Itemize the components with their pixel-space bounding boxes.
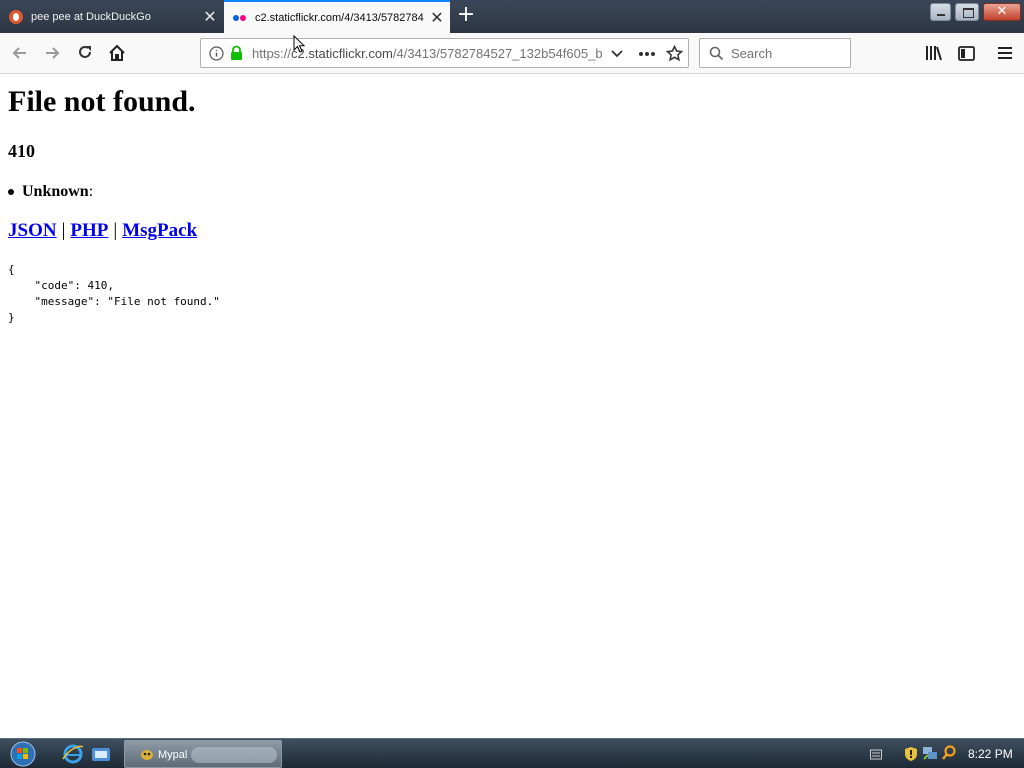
new-tab-button[interactable]: + [454,3,478,29]
json-link[interactable]: JSON [8,220,57,241]
error-detail-list: Unknown: [8,183,93,201]
msgpack-link[interactable]: MsgPack [122,220,197,241]
page-actions-icon[interactable] [638,51,656,57]
minimize-button[interactable] [930,3,951,21]
taskbar-task-label: Mypal [158,749,188,761]
search-bar[interactable]: Search [699,38,851,68]
page-title: File not found. [8,85,196,118]
format-links: JSON | PHP | MsgPack [8,220,197,242]
close-window-button[interactable]: ✕ [983,3,1021,21]
reload-icon [79,46,91,58]
tab-title: c2.staticflickr.com/4/3413/5782784527 [255,11,424,24]
error-detail-label: Unknown [22,183,89,200]
close-tab-icon[interactable]: ✕ [197,7,223,27]
search-icon [709,46,724,61]
php-link[interactable]: PHP [70,220,108,241]
hamburger-menu-icon [998,47,1012,59]
taskbar-clock[interactable]: 8:22 PM [968,747,1013,761]
json-response-body: { "code": 410, "message": "File not foun… [8,263,220,324]
back-button[interactable] [6,39,34,67]
url-scheme: https:// [252,46,292,61]
tab-strip: pee pee at DuckDuckGo ✕ c2.staticflickr.… [0,0,1024,33]
url-host: c2.staticflickr.com [291,46,393,61]
taskbar-button-mypal[interactable]: Mypal [124,740,282,768]
sidebar-toggle-button[interactable] [952,39,980,67]
back-arrow-icon [12,47,26,59]
security-shield-icon[interactable] [904,746,918,762]
link-separator: | [61,220,66,241]
sidebar-icon [957,45,975,61]
forward-button[interactable] [38,39,66,67]
chevron-down-icon[interactable] [610,48,624,60]
search-placeholder: Search [731,46,773,61]
network-icon[interactable] [922,745,938,761]
windows-taskbar: Mypal 8:22 PM [0,738,1024,768]
file-explorer-icon[interactable] [90,743,112,765]
mouse-cursor-icon [293,35,305,53]
duckduckgo-icon [9,9,23,24]
blurred-region [191,747,277,763]
link-separator: | [113,220,118,241]
start-button[interactable] [4,740,42,768]
library-button[interactable] [920,39,948,67]
error-code: 410 [8,141,35,161]
home-button[interactable] [103,39,131,67]
tab-staticflickr[interactable]: c2.staticflickr.com/4/3413/5782784527 ✕ [224,0,450,33]
url-path: /4/3413/5782784527_132b54f605_b [392,46,602,61]
flickr-icon [233,11,247,25]
search-tray-icon[interactable] [941,745,957,761]
lock-icon[interactable] [230,45,243,61]
info-icon[interactable] [209,46,224,61]
maximize-button[interactable] [955,3,979,21]
url-bar[interactable]: https://c2.staticflickr.com/4/3413/57827… [200,38,689,68]
library-icon [926,46,942,61]
close-tab-icon[interactable]: ✕ [424,8,450,28]
home-icon [109,44,125,61]
tab-duckduckgo[interactable]: pee pee at DuckDuckGo ✕ [0,0,223,33]
internet-explorer-icon[interactable] [62,743,84,765]
mypal-icon [141,750,153,760]
reload-button[interactable] [71,39,99,67]
page-content: File not found. 410 Unknown: JSON | PHP | Ms… [0,75,1024,738]
menu-button[interactable] [991,39,1019,67]
bookmark-star-icon[interactable] [666,45,683,62]
navigation-toolbar: https://c2.staticflickr.com/4/3413/57827… [0,33,1024,74]
keyboard-icon[interactable] [870,749,882,760]
tab-title: pee pee at DuckDuckGo [31,10,151,23]
error-detail-separator: : [88,183,94,200]
forward-arrow-icon [46,47,60,59]
bullet-icon [8,189,14,196]
